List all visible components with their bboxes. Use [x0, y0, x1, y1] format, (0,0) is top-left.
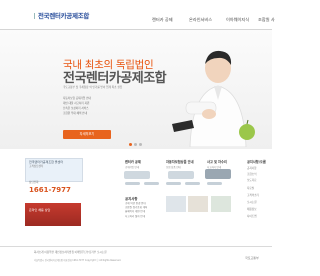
service-link-pill[interactable]	[185, 182, 200, 185]
quick-link[interactable]: 보도자료	[247, 178, 257, 182]
hero-bullet: 대인·대물 사고처리 지원	[63, 102, 90, 105]
hero-character-image	[168, 44, 260, 148]
service-link-pill[interactable]	[207, 182, 222, 185]
pagination-dot[interactable]	[129, 143, 132, 146]
character-illustration	[172, 50, 255, 148]
notice-list: 공제 약관 변경 안내 조합원 정기총회 개최 홈페이지 개편 안내 사고처리 …	[125, 202, 165, 219]
service-insurance-title[interactable]: 자동차보험상품 안내	[166, 159, 194, 164]
hero-bullet: 신속한 보상처리 서비스	[63, 107, 89, 110]
quick-links-title: 공지사항/오름	[247, 160, 266, 164]
nav-knowledge[interactable]: 이아웨이지식	[226, 17, 249, 23]
pagination-dot[interactable]	[139, 143, 142, 146]
hero-description: 국토교통부 및 국세청장 의 인가를 받아 업계 최초 설립	[63, 86, 123, 89]
car-icon	[168, 171, 194, 179]
footer-divider	[0, 246, 272, 247]
service-rentcar-desc: 공제가입 안내	[125, 166, 139, 169]
service-link-pill[interactable]	[125, 182, 140, 185]
service-accident-title[interactable]: 사고 및 차수리	[207, 159, 227, 164]
consult-banner-text: 온라인 채용 상담	[29, 208, 51, 212]
quick-link[interactable]: 고객의소리	[247, 193, 259, 197]
service-insurance-desc: 보험 상품 안내	[166, 166, 181, 169]
notice-thumbnail[interactable]	[166, 196, 186, 212]
hero-bullet: 자동차보험 공제가입 안내	[63, 97, 91, 100]
footer-logo[interactable]: 국토교통부	[245, 256, 259, 260]
pagination-dot[interactable]	[134, 143, 137, 146]
quick-link[interactable]: 채용정보	[247, 207, 257, 211]
quick-link[interactable]: 사이트맵	[247, 214, 257, 218]
nav-rentcar[interactable]: 렌터카 공제	[152, 17, 173, 23]
hero-more-button[interactable]: 자세히보기	[63, 130, 111, 139]
nav-online-service[interactable]: 온라인서비스	[189, 17, 212, 23]
nav-members[interactable]: 조합원 사	[258, 17, 275, 23]
notice-thumbnail[interactable]	[188, 196, 208, 212]
callcenter-subtitle: 고객상담센터	[29, 165, 44, 168]
quick-link[interactable]: 공지사항	[247, 166, 257, 170]
phone-label: 상담전화	[29, 181, 39, 184]
logo-mark	[34, 13, 35, 19]
logo-text: 전국렌터카공제조합	[38, 12, 90, 20]
notice-item[interactable]: 사고처리 절차 안내	[125, 215, 165, 219]
hero-pagination	[129, 142, 144, 147]
service-link-pill[interactable]	[144, 182, 159, 185]
service-link-pill[interactable]	[166, 182, 181, 185]
footer-info: 서울특별시 전국렌터카공제조합 대표전화 1661-7977 Copyright…	[34, 259, 122, 262]
phone-number: 1661-7977	[29, 186, 71, 194]
hero-title: 전국렌터카공제조합	[63, 71, 167, 86]
car-icon	[124, 171, 150, 179]
notice-thumbnail[interactable]	[211, 196, 231, 212]
logo[interactable]: 전국렌터카공제조합	[34, 11, 89, 20]
consult-banner[interactable]	[25, 203, 81, 226]
hero-bullet: 조합원 우대 혜택 안내	[63, 112, 87, 115]
quick-link[interactable]: 자료실	[247, 186, 254, 190]
quick-link[interactable]: 오시는길	[247, 200, 257, 204]
car-icon	[205, 169, 231, 179]
notice-title[interactable]: 공지사항	[125, 196, 137, 201]
footer-links[interactable]: 회사소개 이용약관 개인정보처리방침 이메일무단수집거부 오시는길	[34, 250, 107, 254]
quick-link[interactable]: 조합소식	[247, 172, 257, 176]
service-rentcar-title[interactable]: 렌터카 공제	[125, 159, 141, 164]
